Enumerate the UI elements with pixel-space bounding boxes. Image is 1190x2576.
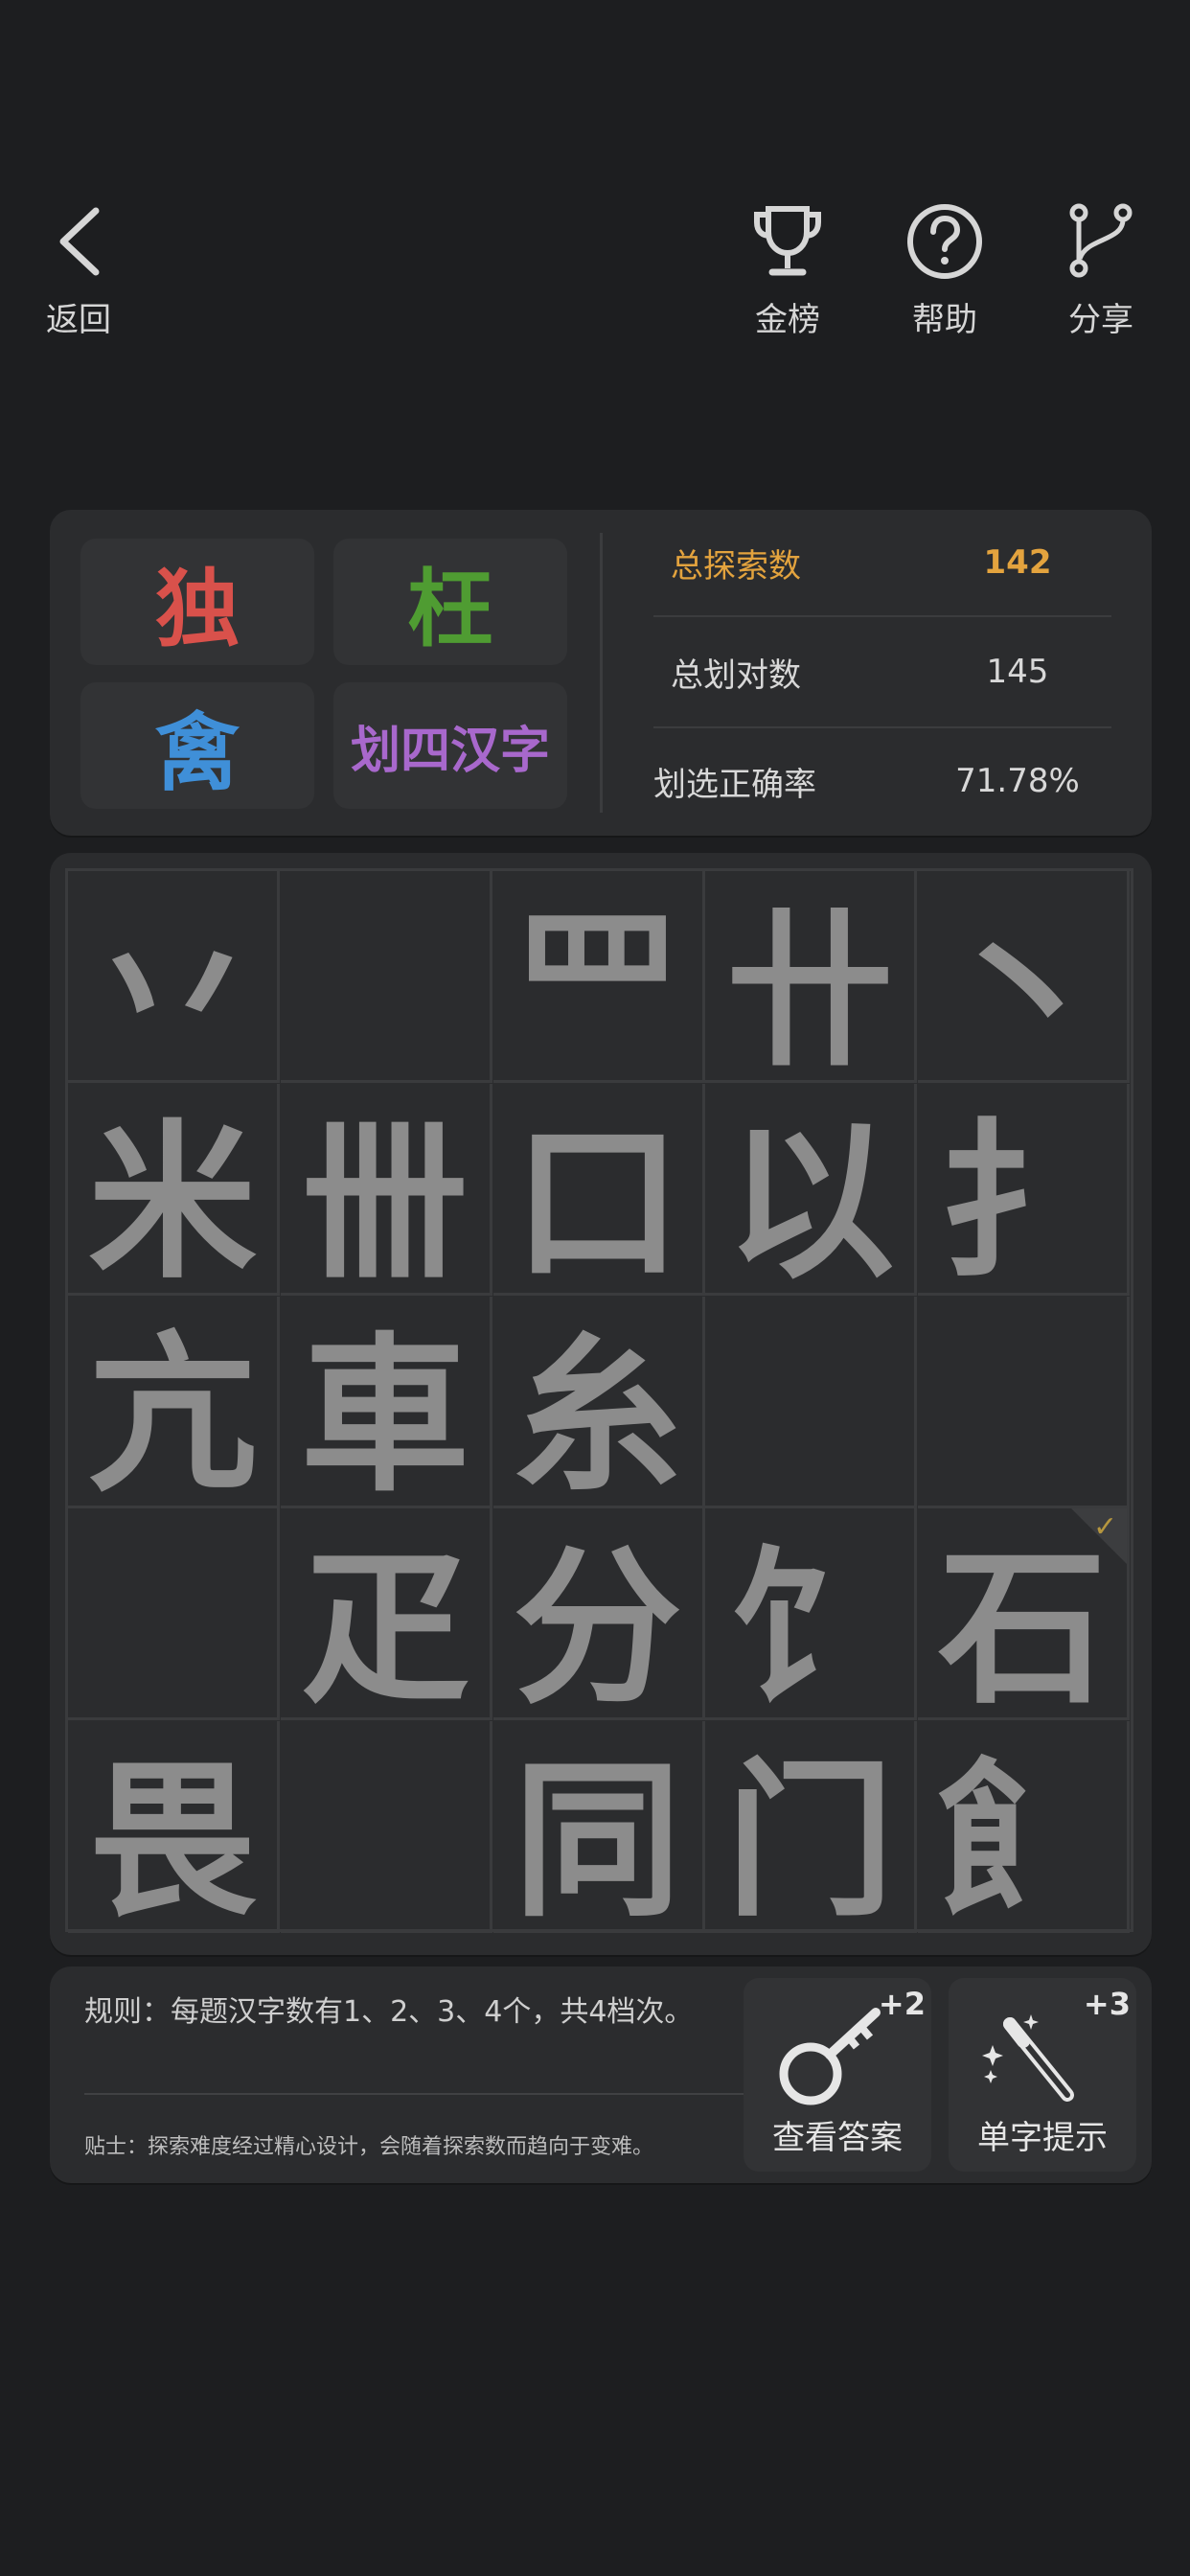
grid-cell-character: 同: [513, 1742, 682, 1934]
stat-total-explored: 总探索数 142: [653, 510, 1161, 615]
grid-cell[interactable]: [918, 1296, 1131, 1508]
answer-button-label: 查看答案: [772, 2119, 903, 2157]
grid-cell[interactable]: 卌: [280, 1083, 492, 1296]
grid-cell[interactable]: 扌: [918, 1083, 1131, 1296]
trophy-icon: [754, 206, 821, 276]
grid-cell-character: 饣: [725, 1530, 895, 1721]
question-circle-icon: [907, 204, 982, 279]
grid-cell[interactable]: 以: [705, 1083, 918, 1296]
stat-value: 145: [986, 653, 1049, 691]
grid-cell-character: 分: [513, 1530, 682, 1721]
header-tile-text: 独: [154, 559, 240, 658]
grid-cell[interactable]: 亢: [68, 1296, 280, 1508]
grid-cell-character: 扌: [938, 1105, 1108, 1296]
grid-cell[interactable]: [705, 1296, 918, 1508]
help-button[interactable]: 帮助: [904, 203, 985, 340]
hint-button-label: 单字提示: [977, 2119, 1108, 2157]
share-button[interactable]: 分享: [1067, 203, 1134, 340]
header-tile-text: 划四汉字: [350, 722, 550, 780]
grid-cell-character: 糸: [513, 1318, 682, 1508]
header-tile-1: 独: [80, 539, 314, 665]
grid-cell[interactable]: 分: [492, 1508, 705, 1721]
grid-cell[interactable]: 同: [492, 1721, 705, 1934]
grid-cell-character: 罒: [513, 892, 682, 1083]
grid-cell[interactable]: [280, 871, 492, 1083]
grid-cell[interactable]: 米: [68, 1083, 280, 1296]
grid-cell-character: 卌: [300, 1105, 469, 1296]
grid-cell[interactable]: 丶: [918, 871, 1131, 1083]
rule-text: 规则：每题汉字数有1、2、3、4个，共4档次。: [84, 1995, 694, 2029]
hint-cost-badge: +3: [1083, 1986, 1131, 2022]
stat-label: 总划对数: [671, 656, 801, 695]
grid-cell-character: 米: [87, 1105, 257, 1296]
stat-divider: [653, 615, 1111, 617]
grid-cell-character: 亢: [87, 1318, 257, 1508]
branch-share-icon: [1069, 203, 1133, 278]
grid-cell[interactable]: 疋: [280, 1508, 492, 1721]
character-grid-panel: 丷 罒卄丶米卌口以扌亢車糸疋分饣石 ✓ 畏 同门飠: [50, 853, 1152, 1955]
grid-cell[interactable]: 車: [280, 1296, 492, 1508]
grid-cell-character: 疋: [300, 1530, 469, 1721]
help-label: 帮助: [912, 301, 977, 339]
share-label: 分享: [1068, 301, 1133, 339]
magic-wand-icon: [982, 2014, 1074, 2102]
grid-cell-character: 以: [725, 1105, 895, 1296]
header-tile-2: 枉: [333, 539, 567, 665]
chevron-left-icon: [59, 207, 100, 276]
grid-cell[interactable]: 畏: [68, 1721, 280, 1934]
rules-panel: 规则：每题汉字数有1、2、3、4个，共4档次。 贴士：探索难度经过精心设计，会随…: [50, 1966, 1152, 2183]
grid-cell[interactable]: [68, 1508, 280, 1721]
rules-divider: [84, 2093, 745, 2095]
single-char-hint-button[interactable]: +3 单字提示: [949, 1978, 1136, 2172]
answer-cost-badge: +2: [878, 1986, 926, 2022]
grid-cell-character: 丷: [87, 892, 257, 1083]
stat-value: 71.78%: [955, 762, 1080, 800]
header-tile-text: 禽: [154, 702, 240, 802]
leaderboard-label: 金榜: [755, 301, 820, 339]
leaderboard-button[interactable]: 金榜: [751, 203, 824, 340]
stat-label: 总探索数: [671, 546, 801, 586]
tip-text: 贴士：探索难度经过精心设计，会随着探索数而趋向于变难。: [84, 2135, 654, 2159]
character-grid: 丷 罒卄丶米卌口以扌亢車糸疋分饣石 ✓ 畏 同门飠: [65, 868, 1133, 1934]
grid-cell[interactable]: 口: [492, 1083, 705, 1296]
grid-cell-character: 畏: [87, 1742, 257, 1934]
grid-cell[interactable]: 糸: [492, 1296, 705, 1508]
grid-cell[interactable]: 飠: [918, 1721, 1131, 1934]
grid-cell-character: 車: [300, 1318, 469, 1508]
header-tile-3: 禽: [80, 682, 314, 809]
grid-cell-character: 卄: [725, 892, 895, 1083]
grid-cell[interactable]: 罒: [492, 871, 705, 1083]
back-label: 返回: [46, 301, 111, 339]
stat-label: 划选正确率: [653, 765, 816, 804]
stat-accuracy: 划选正确率 71.78%: [653, 728, 1161, 834]
grid-cell-character: 飠: [938, 1742, 1108, 1934]
grid-cell[interactable]: [280, 1721, 492, 1934]
grid-cell-character: 丶: [938, 892, 1108, 1083]
checkmark-icon: ✓: [1093, 1510, 1118, 1545]
grid-cell[interactable]: 丷: [68, 871, 280, 1083]
grid-cell-character: 门: [725, 1742, 895, 1934]
vertical-divider: [600, 533, 603, 813]
grid-cell[interactable]: 石 ✓: [918, 1508, 1131, 1721]
grid-cell[interactable]: 门: [705, 1721, 918, 1934]
grid-cell[interactable]: 卄: [705, 871, 918, 1083]
back-button[interactable]: 返回: [46, 203, 111, 340]
header-tile-4: 划四汉字: [333, 682, 567, 809]
grid-cell-character: 口: [513, 1105, 682, 1296]
view-answer-button[interactable]: +2 查看答案: [744, 1978, 931, 2172]
stat-value: 142: [983, 543, 1052, 582]
stat-total-correct: 总划对数 145: [653, 619, 1161, 724]
grid-cell[interactable]: 饣: [705, 1508, 918, 1721]
stats-panel: 独 枉 禽 划四汉字 总探索数 142 总划对数 145 划选正确率 71.78…: [50, 510, 1152, 836]
header-tile-text: 枉: [407, 559, 492, 658]
